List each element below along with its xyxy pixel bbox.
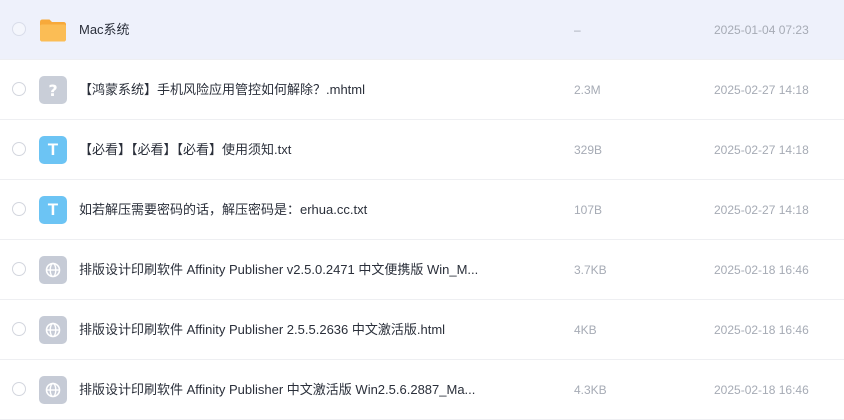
- file-name[interactable]: 排版设计印刷软件 Affinity Publisher v2.5.0.2471 …: [79, 262, 519, 278]
- file-date: 2025-02-27 14:18: [714, 83, 809, 97]
- file-date: 2025-02-18 16:46: [714, 323, 809, 337]
- row-checkbox[interactable]: [12, 142, 26, 156]
- file-date: 2025-02-27 14:18: [714, 203, 809, 217]
- text-file-icon: T: [39, 196, 67, 224]
- file-row[interactable]: T 【必看】【必看】【必看】使用须知.txt 329B 2025-02-27 1…: [0, 120, 844, 180]
- row-checkbox[interactable]: [12, 322, 26, 336]
- file-row[interactable]: Mac系统 – 2025-01-04 07:23: [0, 0, 844, 60]
- row-checkbox[interactable]: [12, 22, 26, 36]
- file-list: Mac系统 – 2025-01-04 07:23 ? 【鸿蒙系统】手机风险应用管…: [0, 0, 844, 420]
- file-row[interactable]: 排版设计印刷软件 Affinity Publisher 中文激活版 Win2.5…: [0, 360, 844, 420]
- row-checkbox[interactable]: [12, 382, 26, 396]
- file-size: 2.3M: [574, 83, 601, 97]
- file-row[interactable]: T 如若解压需要密码的话，解压密码是：erhua.cc.txt 107B 202…: [0, 180, 844, 240]
- file-date: 2025-02-18 16:46: [714, 383, 809, 397]
- file-size: –: [574, 23, 581, 37]
- file-name[interactable]: 【必看】【必看】【必看】使用须知.txt: [79, 142, 519, 158]
- file-date: 2025-01-04 07:23: [714, 23, 809, 37]
- file-size: 4.3KB: [574, 383, 607, 397]
- file-size: 329B: [574, 143, 603, 157]
- web-file-icon: [39, 256, 67, 284]
- file-date: 2025-02-18 16:46: [714, 263, 809, 277]
- row-checkbox[interactable]: [12, 202, 26, 216]
- file-row[interactable]: 排版设计印刷软件 Affinity Publisher v2.5.0.2471 …: [0, 240, 844, 300]
- text-file-icon: T: [39, 136, 67, 164]
- unknown-file-icon: ?: [39, 76, 67, 104]
- file-row[interactable]: ? 【鸿蒙系统】手机风险应用管控如何解除？.mhtml 2.3M 2025-02…: [0, 60, 844, 120]
- web-file-icon: [39, 316, 67, 344]
- file-name[interactable]: 【鸿蒙系统】手机风险应用管控如何解除？.mhtml: [79, 82, 519, 98]
- row-checkbox[interactable]: [12, 262, 26, 276]
- file-date: 2025-02-27 14:18: [714, 143, 809, 157]
- file-size: 107B: [574, 203, 603, 217]
- file-row[interactable]: 排版设计印刷软件 Affinity Publisher 2.5.5.2636 中…: [0, 300, 844, 360]
- file-name[interactable]: 如若解压需要密码的话，解压密码是：erhua.cc.txt: [79, 202, 519, 218]
- file-name[interactable]: Mac系统: [79, 22, 519, 38]
- row-checkbox[interactable]: [12, 82, 26, 96]
- folder-icon: [39, 16, 67, 44]
- file-name[interactable]: 排版设计印刷软件 Affinity Publisher 2.5.5.2636 中…: [79, 322, 519, 338]
- file-size: 3.7KB: [574, 263, 607, 277]
- file-size: 4KB: [574, 323, 597, 337]
- web-file-icon: [39, 376, 67, 404]
- file-name[interactable]: 排版设计印刷软件 Affinity Publisher 中文激活版 Win2.5…: [79, 382, 519, 398]
